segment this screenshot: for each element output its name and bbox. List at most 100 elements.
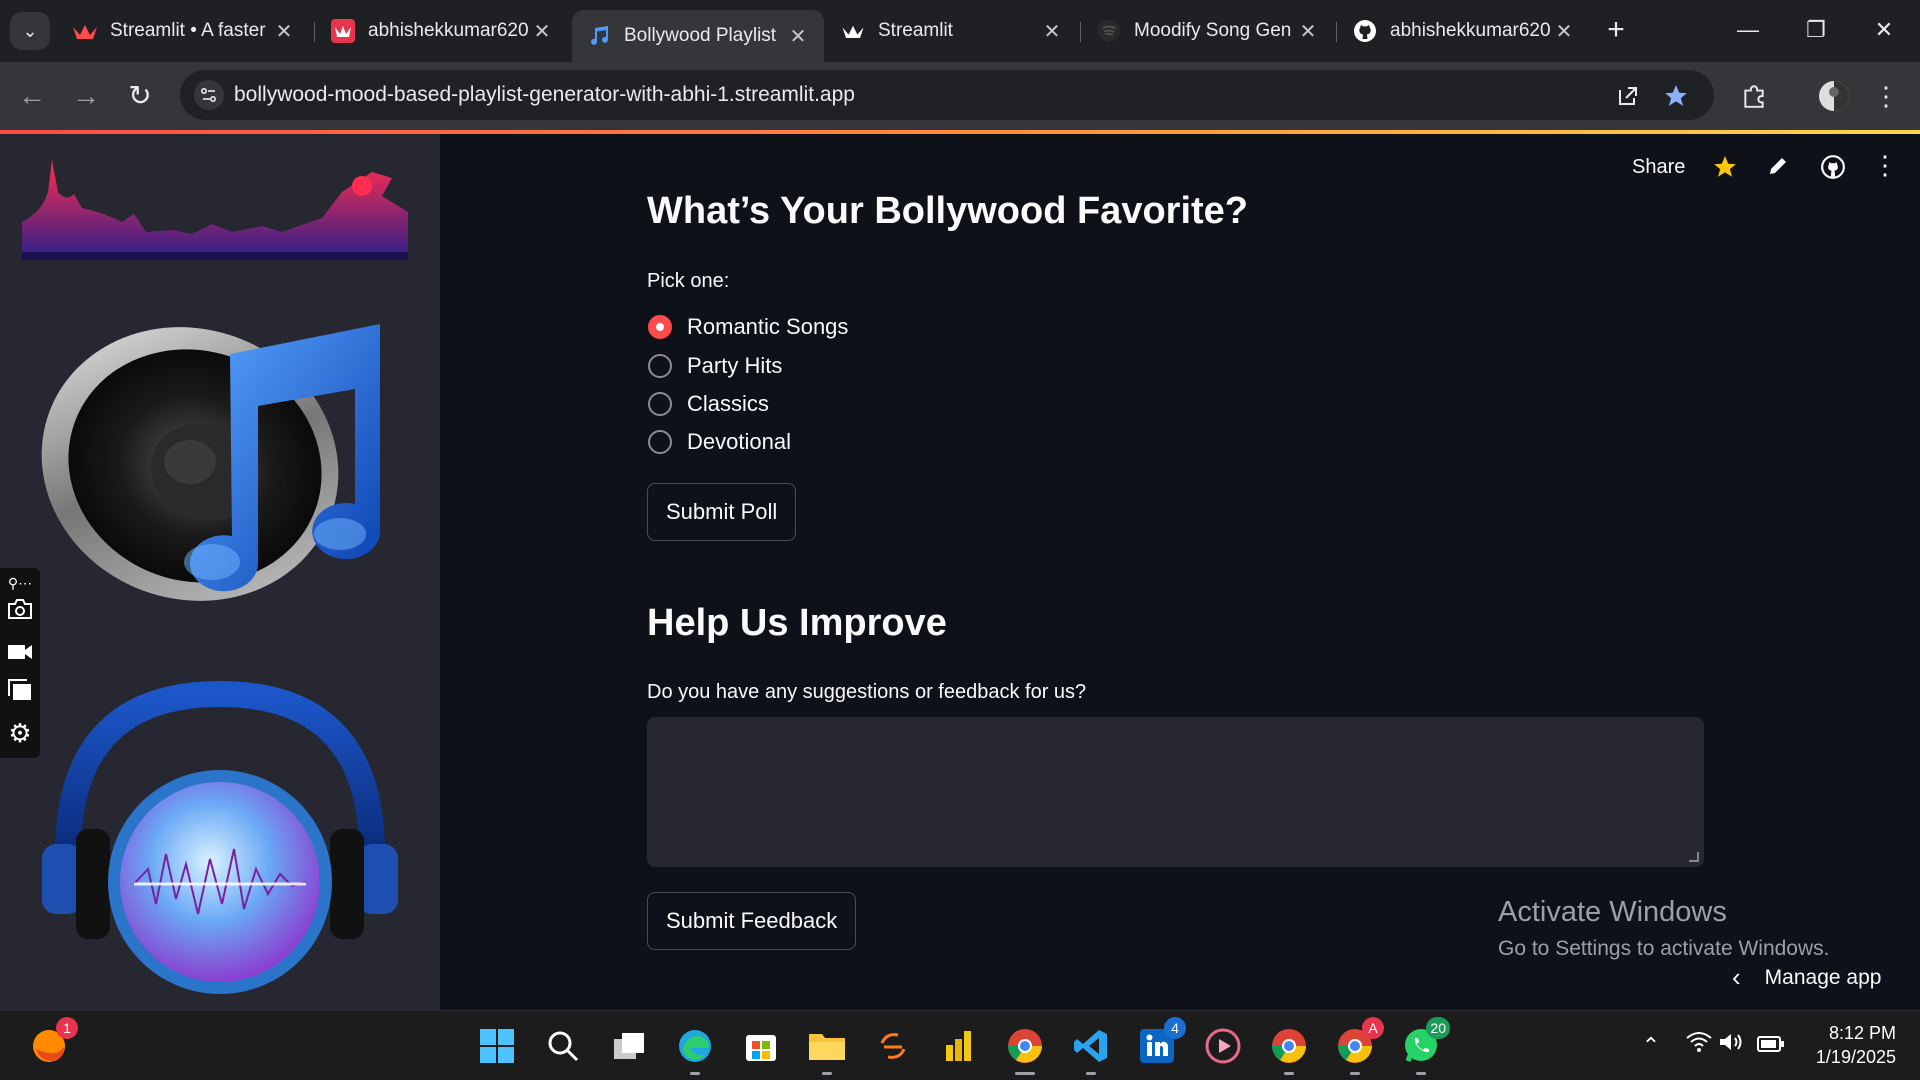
- close-icon[interactable]: ✕: [1040, 19, 1064, 44]
- window-capture-icon[interactable]: [5, 678, 35, 708]
- radio-selected-icon: [648, 315, 672, 339]
- vscode-icon[interactable]: [1068, 1023, 1114, 1075]
- task-view-icon[interactable]: [606, 1023, 652, 1069]
- chrome-profile-a-icon[interactable]: A: [1332, 1017, 1384, 1075]
- url-text: bollywood-mood-based-playlist-generator-…: [234, 83, 855, 106]
- submit-poll-button[interactable]: Submit Poll: [647, 483, 797, 541]
- show-hidden-icons-chevron-icon[interactable]: ⌃: [1636, 1031, 1666, 1061]
- firefox-icon[interactable]: 1: [26, 1017, 78, 1069]
- file-explorer-icon[interactable]: [804, 1023, 850, 1075]
- windows-taskbar: 1 4 A 20 ⌃ 8:12 PM 1/19/2025: [0, 1010, 1920, 1080]
- tab-streamlit[interactable]: Streamlit ✕: [826, 10, 1078, 52]
- wifi-icon[interactable]: [1684, 1031, 1714, 1061]
- minimize-button[interactable]: —: [1720, 10, 1776, 50]
- radio-label: Party Hits: [687, 353, 783, 378]
- tab-title: Streamlit • A faster: [110, 20, 266, 41]
- submit-feedback-button[interactable]: Submit Feedback: [647, 892, 857, 950]
- close-window-button[interactable]: ✕: [1856, 10, 1912, 50]
- bookmark-star-icon[interactable]: [1656, 76, 1696, 116]
- edit-pencil-icon[interactable]: [1766, 154, 1790, 183]
- whatsapp-icon[interactable]: 20: [1398, 1017, 1450, 1075]
- profile-badge: A: [1362, 1017, 1384, 1039]
- tab-title: Streamlit: [878, 20, 953, 41]
- browser-menu-icon[interactable]: ⋮: [1866, 76, 1906, 116]
- pin-more-icon[interactable]: ⚲⋯: [5, 568, 35, 598]
- main-content: Share ⋮ What’s Your Bollywood Favorite? …: [440, 134, 1920, 1010]
- close-icon[interactable]: ✕: [786, 24, 810, 49]
- chevron-down-icon: ⌄: [22, 20, 38, 41]
- tab-moodify[interactable]: Moodify Song Gen ✕: [1082, 10, 1334, 52]
- chrome-active-icon[interactable]: [1002, 1023, 1048, 1075]
- tab-title: Moodify Song Gen: [1134, 20, 1292, 41]
- concert-banner-image: [22, 160, 408, 260]
- address-bar[interactable]: bollywood-mood-based-playlist-generator-…: [180, 70, 1714, 120]
- poll-prompt: Pick one:: [647, 270, 730, 292]
- music-note-icon: [586, 23, 612, 49]
- close-icon[interactable]: ✕: [1296, 19, 1320, 44]
- clock-date: 1/19/2025: [1815, 1047, 1896, 1067]
- tab-title: abhishekkumar620: [368, 20, 529, 41]
- extensions-puzzle-icon[interactable]: [1734, 76, 1774, 116]
- media-player-icon[interactable]: [1200, 1023, 1246, 1069]
- running-indicator: [690, 1072, 700, 1075]
- tab-streamlit-faster[interactable]: Streamlit • A faster ✕: [58, 10, 310, 52]
- restore-button[interactable]: ❐: [1788, 10, 1844, 50]
- reload-button[interactable]: ↻: [120, 76, 160, 116]
- github-icon[interactable]: [1820, 154, 1846, 185]
- running-indicator: [1416, 1072, 1426, 1075]
- radio-unselected-icon: [648, 392, 672, 416]
- close-icon[interactable]: ✕: [1552, 19, 1576, 44]
- open-in-app-icon[interactable]: [1608, 76, 1648, 116]
- close-icon[interactable]: ✕: [272, 19, 296, 44]
- poll-title: What’s Your Bollywood Favorite?: [647, 190, 1249, 232]
- radio-label: Romantic Songs: [687, 314, 849, 339]
- edge-icon[interactable]: [672, 1023, 718, 1075]
- tab-search-dropdown[interactable]: ⌄: [10, 12, 50, 50]
- browser-window: ⌄ Streamlit • A faster ✕ abhishekkumar62…: [0, 0, 1920, 1080]
- battery-icon[interactable]: [1756, 1031, 1786, 1061]
- radio-option-romantic[interactable]: Romantic Songs: [648, 314, 848, 340]
- tab-abhishek-1[interactable]: abhishekkumar620 ✕: [316, 10, 568, 52]
- video-camera-icon[interactable]: [5, 640, 35, 670]
- radio-option-party[interactable]: Party Hits: [648, 353, 782, 379]
- notification-badge: 1: [56, 1017, 78, 1039]
- chrome-profile-icon[interactable]: [1266, 1023, 1312, 1075]
- github-icon: [1352, 18, 1378, 44]
- back-button[interactable]: ←: [12, 76, 52, 116]
- forward-button[interactable]: →: [66, 76, 106, 116]
- manage-app-button[interactable]: ‹ Manage app: [1732, 962, 1881, 993]
- app-menu-icon[interactable]: ⋮: [1872, 150, 1898, 181]
- resize-handle-icon[interactable]: [1689, 852, 1699, 862]
- speaker-music-note-image: [41, 324, 380, 601]
- system-clock[interactable]: 8:12 PM 1/19/2025: [1796, 1021, 1896, 1069]
- feedback-textarea[interactable]: [647, 717, 1704, 867]
- site-info-icon[interactable]: [194, 80, 224, 110]
- tab-title: Bollywood Playlist: [624, 25, 777, 46]
- feedback-prompt: Do you have any suggestions or feedback …: [647, 681, 1087, 703]
- refresh-app-icon[interactable]: [870, 1023, 916, 1069]
- share-button[interactable]: Share: [1632, 156, 1685, 179]
- screen-capture-toolbar: ⚲⋯ ⚙: [0, 568, 40, 758]
- running-indicator: [1350, 1072, 1360, 1075]
- profile-avatar[interactable]: [1814, 76, 1854, 116]
- tab-github[interactable]: abhishekkumar620 ✕: [1338, 10, 1590, 52]
- power-bi-icon[interactable]: [936, 1023, 982, 1069]
- radio-option-devotional[interactable]: Devotional: [648, 429, 791, 455]
- tab-bollywood-playlist[interactable]: Bollywood Playlist ✕: [572, 10, 824, 62]
- microsoft-store-icon[interactable]: [738, 1023, 784, 1069]
- feedback-title: Help Us Improve: [647, 602, 947, 644]
- new-tab-button[interactable]: +: [1598, 12, 1634, 50]
- camera-icon[interactable]: [5, 598, 35, 628]
- notification-badge: 4: [1164, 1017, 1186, 1039]
- close-icon[interactable]: ✕: [530, 19, 554, 44]
- clock-time: 8:12 PM: [1828, 1023, 1896, 1043]
- settings-gear-icon[interactable]: ⚙: [5, 718, 35, 748]
- radio-option-classics[interactable]: Classics: [648, 391, 769, 417]
- volume-icon[interactable]: [1716, 1031, 1746, 1061]
- search-icon[interactable]: [540, 1023, 586, 1069]
- notification-badge: 20: [1426, 1017, 1450, 1039]
- favorite-star-icon[interactable]: [1712, 154, 1738, 185]
- linkedin-icon[interactable]: 4: [1134, 1017, 1186, 1069]
- chevron-left-icon: ‹: [1732, 962, 1741, 992]
- windows-start-icon[interactable]: [474, 1023, 520, 1069]
